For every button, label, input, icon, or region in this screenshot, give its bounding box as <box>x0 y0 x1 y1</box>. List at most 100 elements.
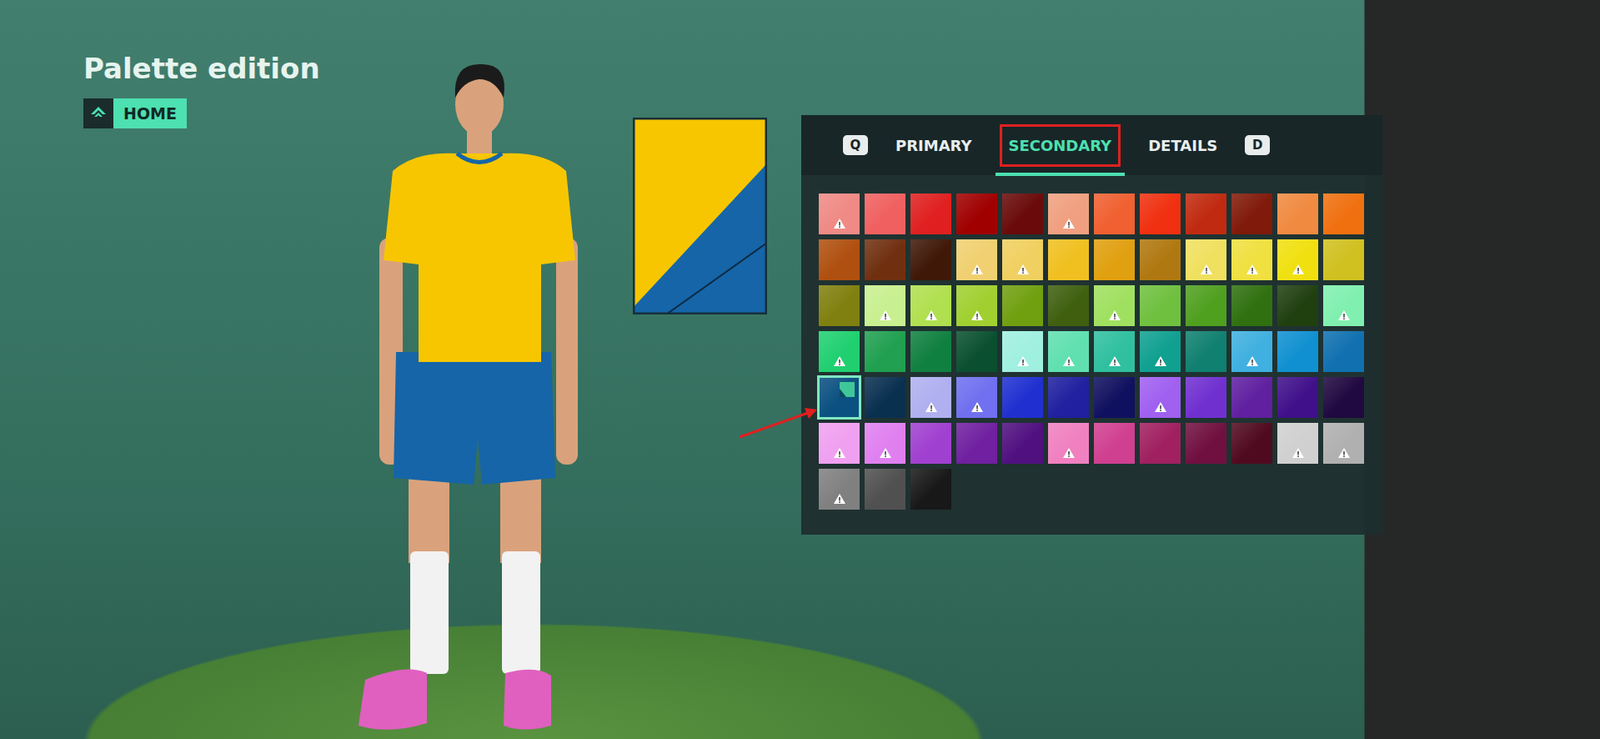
warning-icon <box>878 309 893 322</box>
color-swatch[interactable] <box>864 193 906 235</box>
warning-icon <box>1062 217 1076 230</box>
color-swatch[interactable] <box>1231 331 1273 372</box>
color-swatch[interactable] <box>864 468 906 510</box>
color-swatch[interactable] <box>1277 239 1319 281</box>
warning-icon <box>1016 355 1030 367</box>
color-swatch[interactable] <box>1231 376 1273 418</box>
color-swatch[interactable] <box>1231 239 1273 281</box>
color-swatch[interactable] <box>1277 331 1319 372</box>
team-crest-icon <box>83 98 114 129</box>
color-swatch[interactable] <box>1277 422 1319 464</box>
tab[interactable]: DETAILS <box>1138 124 1227 167</box>
tab-underline <box>995 172 1126 176</box>
tab[interactable]: PRIMARY <box>886 124 982 167</box>
color-swatch[interactable] <box>1323 331 1365 372</box>
color-swatch[interactable] <box>1002 193 1044 235</box>
annotation-arrow-icon <box>0 0 1600 739</box>
color-swatch[interactable] <box>1231 193 1273 235</box>
color-swatch[interactable] <box>818 239 860 281</box>
color-swatch[interactable] <box>1277 376 1319 418</box>
warning-icon <box>1337 309 1351 322</box>
color-swatch[interactable] <box>1139 376 1181 418</box>
color-swatch[interactable] <box>956 193 998 235</box>
color-swatch[interactable] <box>1048 239 1089 281</box>
color-swatch[interactable] <box>1185 376 1227 418</box>
color-swatch[interactable] <box>1048 376 1089 418</box>
color-swatch[interactable] <box>910 376 952 418</box>
color-swatch[interactable] <box>1231 285 1273 327</box>
color-swatch[interactable] <box>1093 331 1135 372</box>
warning-icon <box>1291 263 1305 276</box>
color-swatch[interactable] <box>864 285 906 327</box>
color-swatch[interactable] <box>1002 376 1044 418</box>
color-swatch[interactable] <box>1185 285 1227 327</box>
color-swatch[interactable] <box>1323 193 1365 235</box>
color-swatch[interactable] <box>910 422 952 464</box>
color-swatch[interactable] <box>818 193 860 235</box>
color-swatch[interactable] <box>1093 239 1135 281</box>
tab-group: SECONDARY <box>999 124 1122 167</box>
color-swatch[interactable] <box>910 239 952 281</box>
warning-icon <box>1245 355 1259 367</box>
warning-icon <box>1153 355 1168 367</box>
color-swatch[interactable] <box>1231 422 1273 464</box>
color-swatch[interactable] <box>956 239 998 281</box>
color-swatch[interactable] <box>818 331 860 372</box>
color-swatch[interactable] <box>818 468 860 510</box>
color-swatch[interactable] <box>818 376 860 418</box>
color-swatch[interactable] <box>1002 422 1044 464</box>
color-swatch[interactable] <box>1277 285 1319 327</box>
warning-icon <box>1016 263 1030 276</box>
color-swatch[interactable] <box>1093 376 1135 418</box>
color-swatch[interactable] <box>1323 376 1365 418</box>
color-swatch[interactable] <box>1093 422 1135 464</box>
color-swatch[interactable] <box>864 239 906 281</box>
color-swatch[interactable] <box>1323 239 1365 281</box>
color-swatch[interactable] <box>956 376 998 418</box>
color-swatch[interactable] <box>1139 239 1181 281</box>
tab[interactable]: SECONDARY <box>999 124 1122 167</box>
warning-icon <box>970 401 984 413</box>
color-swatch[interactable] <box>1323 422 1365 464</box>
color-swatch[interactable] <box>910 331 952 372</box>
warning-icon <box>832 217 847 230</box>
color-swatch[interactable] <box>1139 285 1181 327</box>
color-swatch[interactable] <box>910 285 952 327</box>
color-swatch[interactable] <box>910 193 952 235</box>
color-swatch[interactable] <box>1002 239 1044 281</box>
color-swatch[interactable] <box>1139 331 1181 372</box>
warning-icon <box>924 309 938 322</box>
color-swatch[interactable] <box>864 422 906 464</box>
color-swatch[interactable] <box>910 468 952 510</box>
key-hint: D <box>1244 135 1270 156</box>
color-swatch[interactable] <box>1139 422 1181 464</box>
color-swatch[interactable] <box>1048 422 1089 464</box>
color-swatch[interactable] <box>1323 285 1365 327</box>
color-swatch[interactable] <box>956 422 998 464</box>
color-swatch[interactable] <box>956 285 998 327</box>
color-swatch[interactable] <box>864 331 906 372</box>
warning-icon <box>1291 446 1305 459</box>
color-swatch[interactable] <box>818 422 860 464</box>
palette-edition-screen: Palette edition HOME Q PRIMARY SECONDARY… <box>0 0 1600 739</box>
color-swatch[interactable] <box>1002 285 1044 327</box>
color-swatch[interactable] <box>1048 285 1089 327</box>
color-swatch[interactable] <box>1093 193 1135 235</box>
color-swatch[interactable] <box>1048 193 1089 235</box>
color-swatch[interactable] <box>818 285 860 327</box>
color-swatch[interactable] <box>1048 331 1089 372</box>
color-swatch[interactable] <box>1185 239 1227 281</box>
color-swatch[interactable] <box>1002 331 1044 372</box>
color-swatch[interactable] <box>1185 422 1227 464</box>
color-swatch[interactable] <box>1093 285 1135 327</box>
color-swatch[interactable] <box>956 331 998 372</box>
color-swatch[interactable] <box>1139 193 1181 235</box>
warning-icon <box>1062 355 1076 367</box>
warning-icon <box>832 355 847 367</box>
color-swatch[interactable] <box>1185 331 1227 372</box>
tab-group: DETAILS D <box>1138 124 1270 167</box>
color-swatch[interactable] <box>864 376 906 418</box>
color-swatch[interactable] <box>1277 193 1319 235</box>
warning-icon <box>878 446 893 459</box>
color-swatch[interactable] <box>1185 193 1227 235</box>
